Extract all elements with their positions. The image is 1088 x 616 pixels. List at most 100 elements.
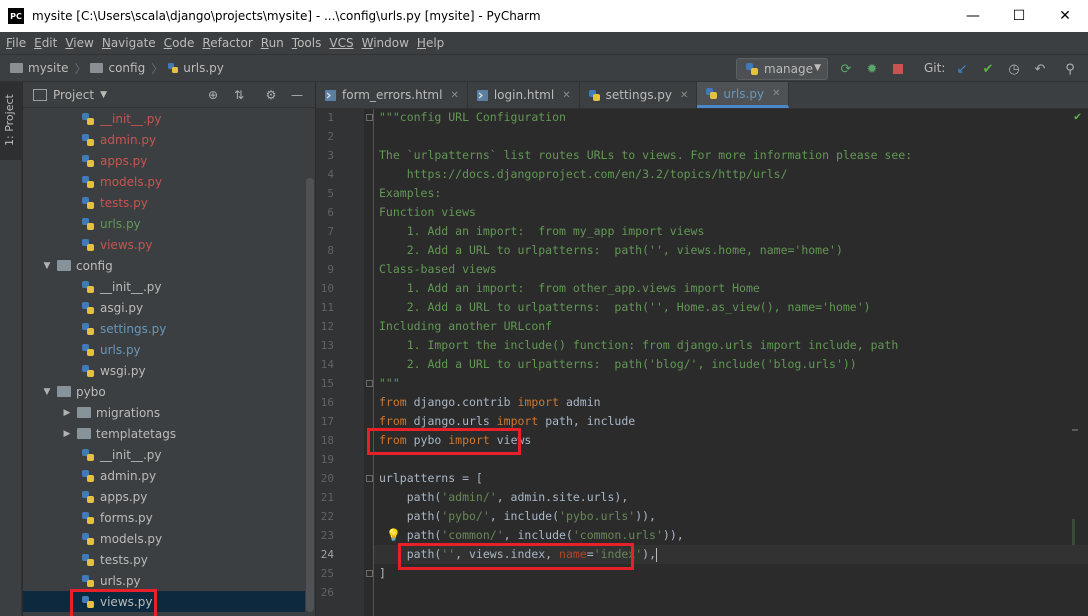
inspection-ok-icon[interactable]: ✔ — [1074, 109, 1081, 123]
code-line: Function views — [379, 205, 476, 219]
tree-file[interactable]: admin.py — [23, 129, 305, 150]
run-configuration-select[interactable]: manage ▼ — [736, 58, 828, 80]
menu-item[interactable]: Run — [257, 36, 288, 50]
maximize-button[interactable]: ☐ — [996, 0, 1042, 32]
tree-file[interactable]: views.py — [23, 234, 305, 255]
python-file-icon — [82, 469, 94, 482]
tree-folder[interactable]: ▼ config — [23, 255, 305, 276]
menu-item[interactable]: Refactor — [198, 36, 256, 50]
line-number: 18 — [320, 434, 334, 447]
menu-item[interactable]: VCS — [325, 36, 357, 50]
chevron-down-icon[interactable]: ▼ — [41, 387, 53, 397]
python-file-icon — [82, 280, 94, 293]
line-number: 20 — [320, 472, 334, 485]
debug-bug-icon[interactable]: ✹ — [864, 61, 880, 77]
fold-marker-icon[interactable] — [366, 475, 373, 482]
menu-item[interactable]: View — [61, 36, 97, 50]
folder-icon — [90, 63, 104, 73]
editor-tab[interactable]: login.html ✕ — [468, 82, 580, 108]
project-panel-title[interactable]: Project — [53, 88, 94, 102]
code-line: from django.contrib import admin — [379, 395, 601, 409]
menu-item[interactable]: Navigate — [98, 36, 160, 50]
code-line: 1. Add an import: from my_app import vie… — [379, 224, 705, 238]
minimize-button[interactable]: — — [950, 0, 996, 32]
hide-panel-icon[interactable]: — — [289, 87, 305, 103]
editor-tab[interactable]: urls.py ✕ — [697, 82, 790, 108]
breadcrumb-project[interactable]: mysite — [10, 61, 68, 75]
line-number: 11 — [320, 301, 334, 314]
git-commit-icon[interactable]: ✔ — [980, 61, 996, 77]
tree-item-label: templatetags — [96, 426, 177, 441]
tree-file[interactable]: apps.py — [23, 150, 305, 171]
menu-item[interactable]: Window — [358, 36, 413, 50]
close-tab-icon[interactable]: ✕ — [772, 88, 780, 99]
code-editor[interactable]: 1 2 3 4 5 6 7 8 9 10 11 12 13 14 15 16 17 18 19 20 21 22 23 24 2… — [316, 109, 1088, 616]
code-line: urlpatterns = [ — [379, 471, 483, 485]
tree-file[interactable]: admin.py — [23, 465, 305, 486]
tree-folder[interactable]: ▶ templatetags — [23, 423, 305, 444]
breadcrumb-file[interactable]: urls.py — [167, 61, 224, 75]
fold-marker-icon[interactable] — [366, 380, 373, 387]
tree-file[interactable]: models.py — [23, 171, 305, 192]
tree-file[interactable]: __init__.py — [23, 276, 305, 297]
project-panel: Project ▼ ⊕ ⇅ ⚙ — __init__.py admin.py app… — [23, 82, 315, 616]
tree-file[interactable]: urls.py — [23, 213, 305, 234]
tree-item-label: models.py — [100, 531, 163, 546]
breadcrumb-folder[interactable]: config — [90, 61, 145, 75]
menu-item[interactable]: Edit — [30, 36, 61, 50]
tree-file[interactable]: tests.py — [23, 549, 305, 570]
menu-item[interactable]: Code — [160, 36, 199, 50]
tree-file[interactable]: urls.py — [23, 339, 305, 360]
line-number: 21 — [320, 491, 334, 504]
git-rollback-icon[interactable]: ↶ — [1032, 61, 1048, 77]
git-update-icon[interactable]: ↙ — [954, 61, 970, 77]
close-tab-icon[interactable]: ✕ — [680, 90, 688, 101]
chevron-right-icon[interactable]: ▶ — [61, 408, 73, 418]
tree-file[interactable]: wsgi.py — [23, 360, 305, 381]
tree-file[interactable]: settings.py — [23, 318, 305, 339]
chevron-down-icon[interactable]: ▼ — [100, 90, 107, 100]
project-view-icon — [33, 88, 47, 101]
editor-tab[interactable]: settings.py ✕ — [580, 82, 698, 108]
close-tab-icon[interactable]: ✕ — [450, 90, 458, 101]
close-tab-icon[interactable]: ✕ — [562, 90, 570, 101]
tree-file[interactable]: urls.py — [23, 570, 305, 591]
line-number: 4 — [327, 168, 334, 181]
line-number-gutter: 1 2 3 4 5 6 7 8 9 10 11 12 13 14 15 16 17 18 19 20 21 22 23 24 2… — [316, 109, 364, 616]
python-file-icon — [82, 364, 94, 377]
tree-file[interactable]: tests.py — [23, 192, 305, 213]
tree-folder[interactable]: ▶ migrations — [23, 402, 305, 423]
chevron-down-icon[interactable]: ▼ — [41, 261, 53, 271]
collapse-all-icon[interactable]: ⇅ — [231, 87, 247, 103]
highlight-box-import — [367, 428, 521, 455]
close-button[interactable]: ✕ — [1042, 0, 1088, 32]
project-tool-tab[interactable]: 1: Project — [0, 82, 22, 160]
tree-item-label: urls.py — [100, 216, 141, 231]
editor-tab[interactable]: form_errors.html ✕ — [316, 82, 468, 108]
fold-marker-icon[interactable] — [366, 114, 373, 121]
git-history-icon[interactable]: ◷ — [1006, 61, 1022, 77]
gear-icon[interactable]: ⚙ — [263, 87, 279, 103]
lightbulb-icon[interactable]: 💡 — [386, 528, 401, 542]
menu-item[interactable]: Tools — [288, 36, 326, 50]
stop-icon[interactable] — [890, 61, 906, 77]
folder-icon — [77, 428, 91, 439]
search-icon[interactable]: ⚲ — [1062, 61, 1078, 77]
html-file-icon — [325, 89, 336, 101]
tree-file[interactable]: __init__.py — [23, 444, 305, 465]
tree-file[interactable]: views.py — [23, 591, 305, 612]
tree-file[interactable]: __init__.py — [23, 108, 305, 129]
code-line: Including another URLconf — [379, 319, 553, 333]
locate-file-icon[interactable]: ⊕ — [205, 87, 221, 103]
menu-item[interactable]: Help — [413, 36, 448, 50]
tree-file[interactable]: asgi.py — [23, 297, 305, 318]
tree-file[interactable]: apps.py — [23, 486, 305, 507]
tree-scrollbar[interactable] — [306, 178, 314, 612]
tree-file[interactable]: models.py — [23, 528, 305, 549]
rerun-icon[interactable]: ⟳ — [838, 61, 854, 77]
tree-file[interactable]: forms.py — [23, 507, 305, 528]
menu-item[interactable]: File — [2, 36, 30, 50]
fold-marker-icon[interactable] — [366, 570, 373, 577]
chevron-right-icon[interactable]: ▶ — [61, 429, 73, 439]
tree-folder[interactable]: ▼ pybo — [23, 381, 305, 402]
